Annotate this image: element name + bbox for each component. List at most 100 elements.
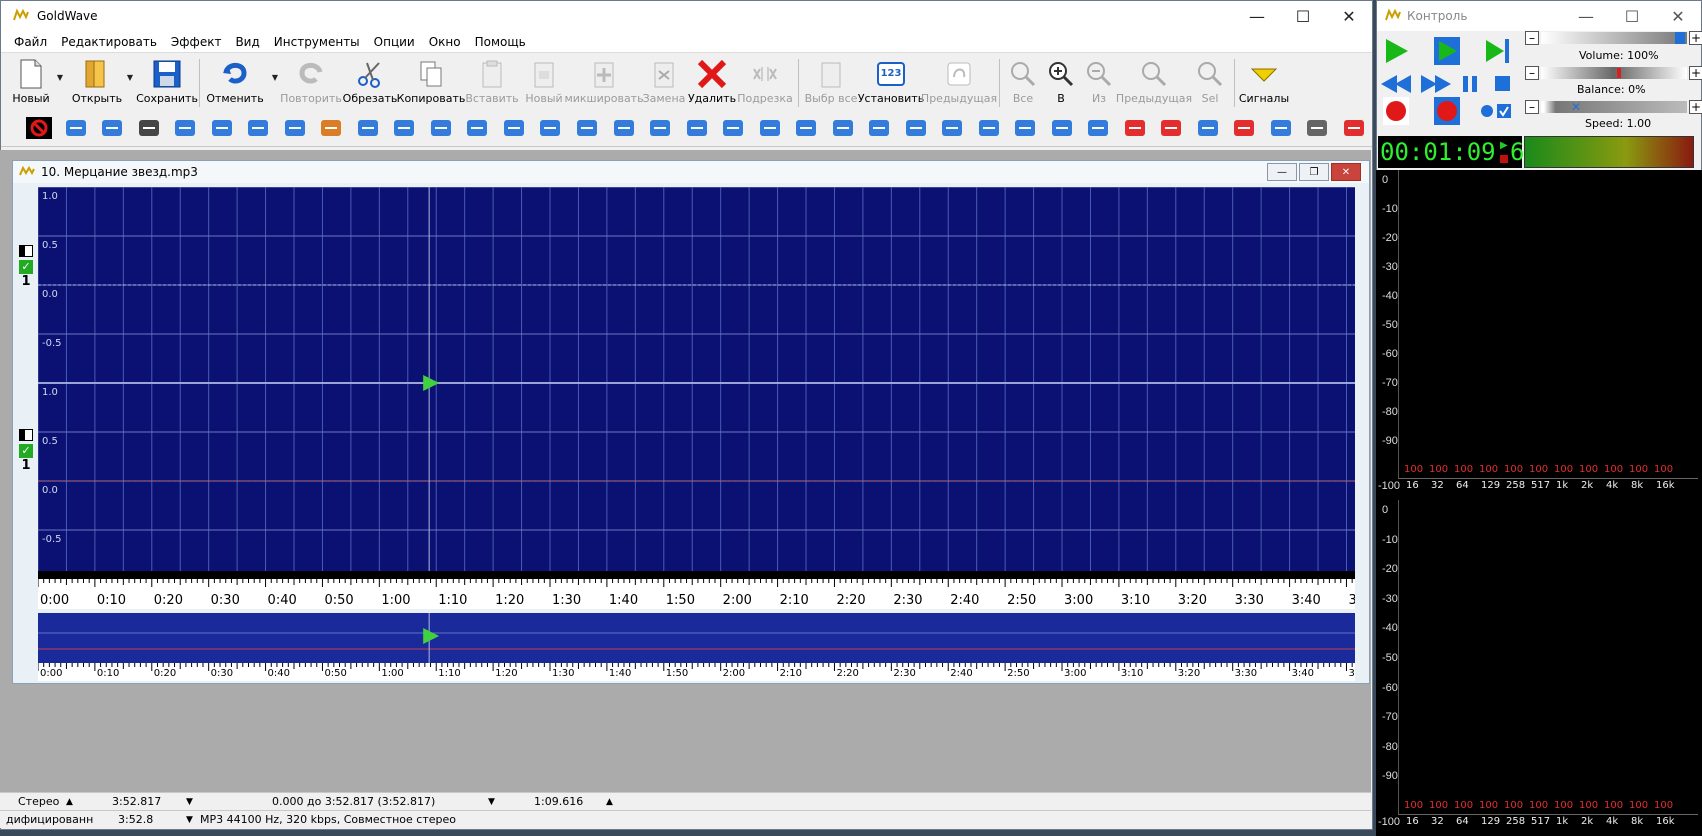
undo-dropdown-arrow[interactable]: ▼ bbox=[272, 73, 278, 82]
cut-button[interactable]: Обрезать bbox=[342, 57, 398, 109]
channel-select-box[interactable] bbox=[19, 429, 33, 441]
doc-restore-button[interactable]: ❐ bbox=[1299, 163, 1329, 181]
waveform-display[interactable]: 1.0 0.5 0.0 -0.5 1.0 0.5 0.0 -0.5 bbox=[38, 187, 1355, 579]
compressor-icon[interactable] bbox=[386, 111, 423, 145]
pitch-icon[interactable] bbox=[715, 111, 752, 145]
redo-button[interactable]: Повторить bbox=[280, 57, 342, 109]
menu-effect[interactable]: Эффект bbox=[164, 35, 229, 49]
speed-thumb[interactable]: ✕ bbox=[1571, 101, 1583, 113]
playback-marker-icon[interactable] bbox=[423, 375, 440, 391]
status-mode-arrow[interactable]: ▲ bbox=[66, 797, 73, 807]
status-length-arrow[interactable]: ▼ bbox=[186, 797, 193, 807]
status-length-short-arrow[interactable]: ▼ bbox=[186, 815, 193, 825]
doppler-icon[interactable] bbox=[58, 111, 95, 145]
delete-button[interactable]: Удалить bbox=[688, 57, 736, 109]
zoom-out-button[interactable]: Из bbox=[1080, 57, 1118, 109]
previous-button[interactable]: Предыдущая bbox=[921, 57, 997, 109]
select-all-button[interactable]: Выбр все bbox=[803, 57, 859, 109]
pause-button[interactable] bbox=[1463, 76, 1477, 92]
flanger-icon[interactable] bbox=[167, 111, 204, 145]
mix-button[interactable]: микшировать bbox=[564, 57, 644, 109]
play-selection-button[interactable] bbox=[1434, 37, 1460, 65]
open-button[interactable]: Открыть ▼ bbox=[72, 57, 133, 109]
minimize-button[interactable]: — bbox=[1234, 1, 1280, 31]
balance-slider[interactable]: – + bbox=[1525, 66, 1702, 80]
record-options-button[interactable] bbox=[1481, 104, 1511, 118]
rewind-button[interactable] bbox=[1381, 75, 1411, 93]
zoom-sel-button[interactable]: Sel bbox=[1190, 57, 1230, 109]
speed-increase-button[interactable]: + bbox=[1689, 100, 1702, 114]
doc-close-button[interactable]: ✕ bbox=[1331, 163, 1361, 181]
echo-icon[interactable] bbox=[94, 111, 131, 145]
close-button[interactable]: ✕ bbox=[1326, 1, 1372, 31]
overview-ruler[interactable]: 0:00 0:10 0:20 0:30 0:40 0:50 1:00 1:10 1:20 1:30… bbox=[37, 663, 1399, 681]
record-button[interactable] bbox=[1383, 97, 1409, 125]
diamond-red2-icon[interactable] bbox=[1263, 111, 1300, 145]
zoom-previous-button[interactable]: Предыдущая bbox=[1116, 57, 1192, 109]
mute-icon[interactable] bbox=[824, 111, 861, 145]
new-button[interactable]: Новый ▼ bbox=[11, 57, 63, 109]
wave-icon[interactable] bbox=[204, 111, 241, 145]
fast-forward-button[interactable] bbox=[1421, 75, 1451, 93]
cross-fade-icon[interactable] bbox=[131, 111, 168, 145]
diamond-red-icon[interactable] bbox=[1190, 111, 1227, 145]
speed-slider[interactable]: – ✕ + bbox=[1525, 100, 1702, 114]
control-close-button[interactable]: ✕ bbox=[1655, 1, 1701, 31]
status-position-arrow[interactable]: ▲ bbox=[606, 797, 613, 807]
volume-match-icon[interactable] bbox=[1080, 111, 1117, 145]
stop-button[interactable] bbox=[1495, 76, 1510, 91]
volume-increase-button[interactable]: + bbox=[1689, 31, 1702, 45]
fade-out-icon[interactable] bbox=[934, 111, 971, 145]
spectrum-filter-icon[interactable] bbox=[605, 111, 642, 145]
maximize-button[interactable]: ☐ bbox=[1280, 1, 1326, 31]
speed-decrease-button[interactable]: – bbox=[1525, 100, 1539, 114]
channel-enable-checkbox[interactable]: ✓ bbox=[19, 260, 33, 274]
loop-icon[interactable] bbox=[240, 111, 277, 145]
offset-icon[interactable] bbox=[751, 111, 788, 145]
menu-file[interactable]: Файл bbox=[7, 35, 54, 49]
reverse-icon[interactable] bbox=[423, 111, 460, 145]
playback-rate-icon[interactable] bbox=[1116, 111, 1153, 145]
volume-change-icon[interactable] bbox=[861, 111, 898, 145]
doc-minimize-button[interactable]: — bbox=[1267, 163, 1297, 181]
balance-thumb[interactable] bbox=[1617, 68, 1621, 78]
open-dropdown-arrow[interactable]: ▼ bbox=[127, 73, 133, 82]
fade-in-icon[interactable] bbox=[897, 111, 934, 145]
alert-icon[interactable] bbox=[1043, 111, 1080, 145]
filter-icon[interactable] bbox=[569, 111, 606, 145]
time-warp-icon[interactable] bbox=[788, 111, 825, 145]
volume-slider[interactable]: – + bbox=[1525, 31, 1702, 45]
stop-effect-icon[interactable] bbox=[21, 111, 58, 145]
zoom-in-button[interactable]: В bbox=[1042, 57, 1080, 109]
menu-view[interactable]: Вид bbox=[228, 35, 266, 49]
menu-tools[interactable]: Инструменты bbox=[267, 35, 367, 49]
menu-help[interactable]: Помощь bbox=[468, 35, 533, 49]
channel-enable-checkbox[interactable]: ✓ bbox=[19, 444, 33, 458]
back-icon[interactable] bbox=[459, 111, 496, 145]
undo-button[interactable]: Отменить ▼ bbox=[204, 57, 278, 109]
band-pass-icon[interactable] bbox=[642, 111, 679, 145]
clock-icon[interactable] bbox=[1336, 111, 1373, 145]
zoom-all-button[interactable]: Все bbox=[1004, 57, 1042, 109]
control-minimize-button[interactable]: — bbox=[1563, 1, 1609, 31]
new-dropdown-arrow[interactable]: ▼ bbox=[57, 73, 63, 82]
no-sound-icon[interactable] bbox=[1153, 111, 1190, 145]
channel-select-box[interactable] bbox=[19, 245, 33, 257]
shift-icon[interactable] bbox=[1299, 111, 1336, 145]
volume-shape-icon[interactable] bbox=[496, 111, 533, 145]
status-selection-arrow[interactable]: ▼ bbox=[488, 797, 495, 807]
paste-new-button[interactable]: Новый bbox=[520, 57, 568, 109]
balance-increase-button[interactable]: + bbox=[1689, 66, 1702, 80]
replace-button[interactable]: Замена bbox=[640, 57, 688, 109]
signals-button[interactable]: Сигналы bbox=[1239, 57, 1289, 109]
record-new-button[interactable] bbox=[1434, 97, 1460, 125]
noise-icon[interactable] bbox=[678, 111, 715, 145]
menu-window[interactable]: Окно bbox=[422, 35, 468, 49]
equalizer-icon[interactable] bbox=[532, 111, 569, 145]
copy-button[interactable]: Копировать bbox=[397, 57, 465, 109]
menu-options[interactable]: Опции bbox=[367, 35, 422, 49]
volume-decrease-button[interactable]: – bbox=[1525, 31, 1539, 45]
menu-edit[interactable]: Редактировать bbox=[54, 35, 164, 49]
balance-icon[interactable] bbox=[1007, 111, 1044, 145]
trim-button[interactable]: Подрезка bbox=[736, 57, 794, 109]
